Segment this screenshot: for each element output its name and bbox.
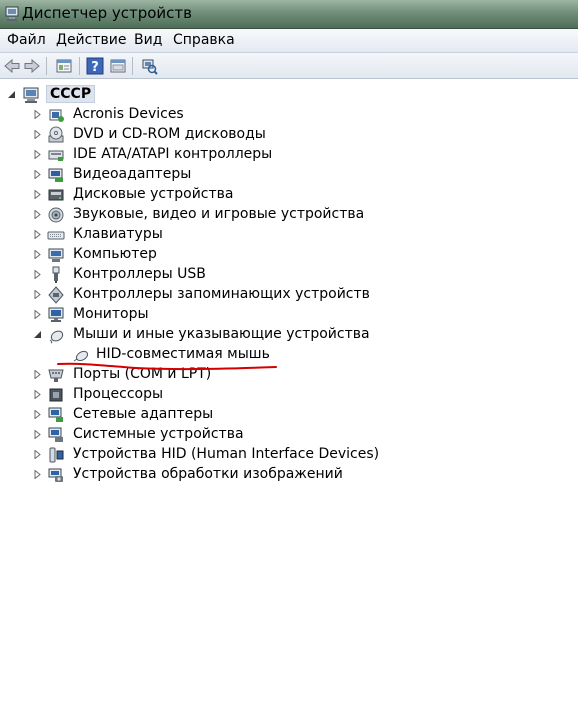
toolbar-separator (132, 57, 133, 75)
acronis-icon (49, 109, 64, 122)
computer-icon (23, 87, 39, 103)
storage-controller-icon (48, 286, 64, 304)
expand-arrow-icon[interactable] (33, 250, 42, 259)
hid-icon (49, 447, 64, 463)
window-title: Диспетчер устройств (22, 4, 193, 22)
expand-arrow-icon[interactable] (33, 130, 42, 139)
expand-arrow-icon[interactable] (33, 310, 42, 319)
tree-root-node[interactable]: СССР (0, 85, 120, 105)
tree-item-storage[interactable]: Контроллеры запоминающих устройств (0, 285, 370, 305)
tree-item-label: IDE ATA/ATAPI контроллеры (73, 146, 273, 162)
tree-item-label: Видеоадаптеры (73, 166, 192, 182)
disk-drive-icon (48, 189, 64, 201)
expand-arrow-icon[interactable] (33, 450, 42, 459)
tree-item-label: Устройства HID (Human Interface Devices) (73, 446, 380, 462)
expand-arrow-icon[interactable] (33, 370, 42, 379)
toolbar-separator (79, 57, 80, 75)
expand-arrow-icon[interactable] (33, 110, 42, 119)
expand-arrow-icon[interactable] (33, 290, 42, 299)
toolbar: ? (0, 53, 578, 79)
expand-arrow-icon[interactable] (33, 230, 42, 239)
network-adapter-icon (48, 407, 63, 422)
tree-item-mice[interactable]: Мыши и иные указывающие устройства (0, 325, 370, 345)
tree-item-system[interactable]: Системные устройства (0, 425, 260, 445)
expand-arrow-icon[interactable] (33, 150, 42, 159)
sound-icon (48, 207, 64, 223)
view-icon[interactable] (109, 57, 127, 75)
tree-item-label: Мыши и иные указывающие устройства (73, 326, 370, 342)
tree-item-usb[interactable]: Контроллеры USB (0, 265, 260, 285)
tree-item-monitors[interactable]: Мониторы (0, 305, 260, 325)
tree-item-label: Сетевые адаптеры (73, 406, 214, 422)
tree-item-label: Системные устройства (73, 426, 244, 442)
ide-icon (48, 150, 64, 161)
tree-item-keyboards[interactable]: Клавиатуры (0, 225, 260, 245)
usb-icon (52, 266, 60, 283)
tree-item-hid[interactable]: Устройства HID (Human Interface Devices) (0, 445, 379, 465)
tree-item-label: Компьютер (73, 246, 157, 262)
menu-help[interactable]: Справка (173, 32, 235, 48)
tree-item-ide[interactable]: IDE ATA/ATAPI контроллеры (0, 145, 280, 165)
title-bar: Диспетчер устройств (0, 0, 578, 29)
expand-arrow-icon[interactable] (33, 190, 42, 199)
tree-item-computer[interactable]: Компьютер (0, 245, 260, 265)
menu-file[interactable]: Файл (7, 32, 46, 48)
expand-arrow-icon[interactable] (33, 270, 42, 279)
tree-item-label: Контроллеры запоминающих устройств (73, 286, 370, 302)
tree-item-label: Клавиатуры (73, 226, 163, 242)
tree-item-label: Acronis Devices (73, 106, 184, 122)
menu-action[interactable]: Действие (56, 32, 126, 48)
computer-icon (48, 248, 64, 262)
tree-item-network[interactable]: Сетевые адаптеры (0, 405, 260, 425)
forward-arrow-icon[interactable] (23, 57, 41, 75)
mouse-icon (49, 330, 64, 344)
expand-arrow-icon[interactable] (33, 210, 42, 219)
keyboard-icon (47, 231, 65, 240)
menu-bar: Файл Действие Вид Справка (0, 29, 578, 53)
device-manager-app-icon (5, 6, 19, 21)
tree-item-dvd[interactable]: DVD и CD-ROM дисководы (0, 125, 266, 145)
red-underline-annotation (57, 362, 277, 371)
svg-text:?: ? (91, 60, 99, 75)
tree-item-label: Устройства обработки изображений (73, 466, 343, 482)
back-arrow-icon[interactable] (3, 57, 21, 75)
tree-item-acronis[interactable]: Acronis Devices (0, 105, 260, 125)
system-devices-icon (48, 427, 63, 442)
tree-item-video[interactable]: Видеоадаптеры (0, 165, 260, 185)
collapse-arrow-icon[interactable] (7, 90, 16, 99)
tree-item-processors[interactable]: Процессоры (0, 385, 260, 405)
scan-hardware-icon[interactable] (140, 57, 158, 75)
collapse-arrow-icon[interactable] (33, 330, 42, 339)
expand-arrow-icon[interactable] (33, 430, 42, 439)
help-icon[interactable]: ? (86, 57, 104, 75)
expand-arrow-icon[interactable] (33, 470, 42, 479)
tree-item-label: DVD и CD-ROM дисководы (73, 126, 266, 142)
tree-item-label: Дисковые устройства (73, 186, 234, 202)
tree-root-label: СССР (46, 85, 96, 103)
tree-item-label: Звуковые, видео и игровые устройства (73, 206, 365, 222)
properties-icon[interactable] (55, 57, 73, 75)
monitor-icon (48, 307, 64, 322)
imaging-icon (48, 468, 63, 482)
menu-view[interactable]: Вид (134, 32, 162, 48)
device-tree: СССР Acronis Devices DVD и CD-ROM дисков… (0, 80, 578, 716)
expand-arrow-icon[interactable] (33, 410, 42, 419)
dvd-icon (48, 126, 64, 143)
display-adapter-icon (48, 168, 63, 182)
tree-item-disk[interactable]: Дисковые устройства (0, 185, 260, 205)
toolbar-separator (46, 57, 47, 75)
tree-item-label: Процессоры (73, 386, 164, 402)
tree-item-label: Контроллеры USB (73, 266, 206, 282)
expand-arrow-icon[interactable] (33, 390, 42, 399)
tree-item-label: Мониторы (73, 306, 149, 322)
expand-arrow-icon[interactable] (33, 170, 42, 179)
processor-icon (49, 388, 63, 402)
tree-item-imaging[interactable]: Устройства обработки изображений (0, 465, 343, 485)
tree-item-sound[interactable]: Звуковые, видео и игровые устройства (0, 205, 364, 225)
